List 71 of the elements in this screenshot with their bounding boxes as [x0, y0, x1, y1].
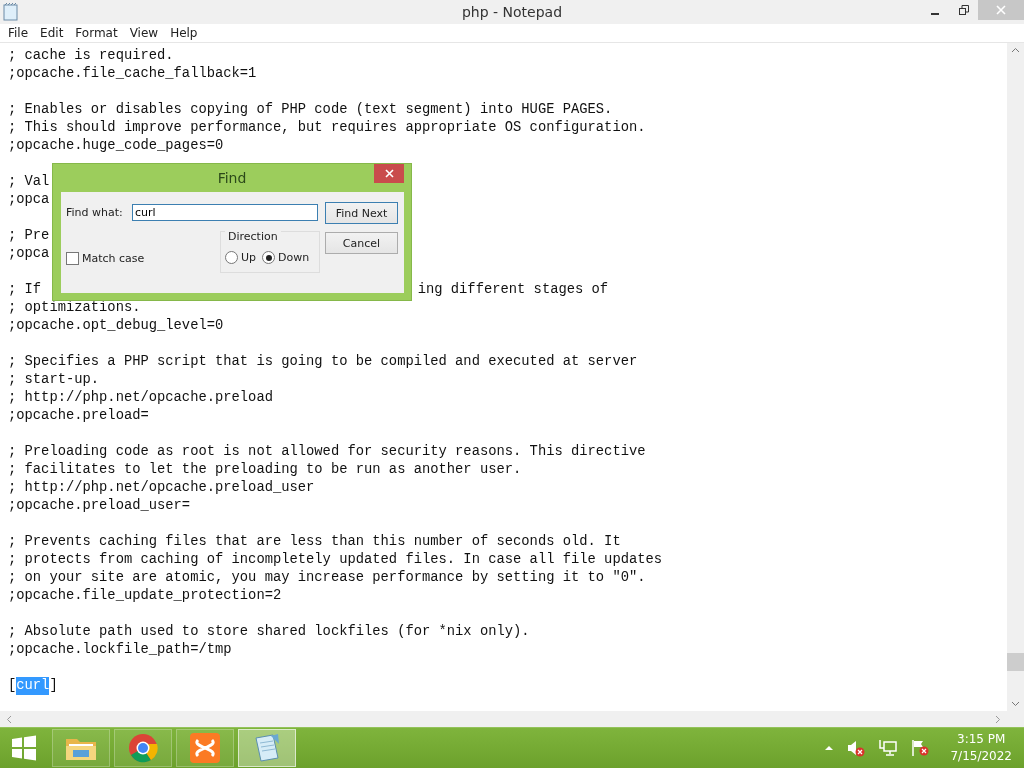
- selected-text: curl: [16, 677, 50, 695]
- network-icon[interactable]: [878, 739, 899, 757]
- close-button[interactable]: [374, 164, 404, 183]
- match-case-label: Match case: [82, 252, 145, 265]
- code-line: ; If: [8, 281, 42, 299]
- code-line: ; Pre: [8, 227, 50, 245]
- find-next-button[interactable]: Find Next: [325, 202, 398, 224]
- code-text: [: [8, 677, 17, 695]
- browser-icon: [127, 732, 159, 764]
- close-icon: [384, 169, 394, 178]
- code-line: ;opcache.file_update_protection=2: [8, 587, 282, 605]
- menu-item[interactable]: File: [2, 26, 35, 40]
- code-line: ing different stages of: [417, 281, 609, 299]
- code-line: ; This should improve performance, but requires appropriate OS configuration.: [8, 119, 646, 137]
- code-line: ;opca: [8, 245, 50, 263]
- code-line: ;opca: [8, 191, 50, 209]
- code-line: ; http://php.net/opcache.preload_user: [8, 479, 315, 497]
- code-line: ; optimizations.: [8, 299, 141, 317]
- find-what-label: Find what:: [66, 206, 124, 219]
- match-case-checkbox[interactable]: [66, 252, 79, 265]
- radio-label: Down: [278, 251, 310, 264]
- code-line: ; Preloading code as root is not allowed for security reasons. This directive: [8, 443, 646, 461]
- code-line: ; start-up.: [8, 371, 100, 389]
- browser-taskbar-button[interactable]: [114, 729, 172, 767]
- muted-speaker-icon[interactable]: [846, 739, 867, 757]
- xampp-taskbar-button[interactable]: [176, 729, 234, 767]
- code-line: ;opcache.huge_code_pages=0: [8, 137, 224, 155]
- menu-item[interactable]: Help: [164, 26, 204, 40]
- code-line: ;opcache.file_cache_fallback=1: [8, 65, 257, 83]
- menu-item[interactable]: Format: [69, 26, 124, 40]
- scroll-right-icon[interactable]: [995, 714, 1001, 724]
- code-line: ; Specifies a PHP script that is going to be compiled and executed at server: [8, 353, 638, 371]
- scroll-up-icon[interactable]: [1011, 47, 1020, 53]
- code-line: ;opcache.lockfile_path=/tmp: [8, 641, 232, 659]
- code-line: ;opcache.opt_debug_level=0: [8, 317, 224, 335]
- code-line: ; Val: [8, 173, 50, 191]
- show-hidden-icons-icon[interactable]: [824, 745, 835, 751]
- scroll-thumb[interactable]: [1007, 653, 1024, 671]
- code-line: ; facilitates to let the preloading to be run as another user.: [8, 461, 522, 479]
- notepad-taskbar-button[interactable]: [238, 729, 296, 767]
- code-line: ; Prevents caching files that are less than this number of seconds old. It: [8, 533, 621, 551]
- radio-button[interactable]: [262, 251, 276, 264]
- scroll-down-icon[interactable]: [1011, 701, 1020, 707]
- code-line: ;opcache.preload=: [8, 407, 149, 425]
- windows-logo-icon: [10, 734, 38, 762]
- flag-icon[interactable]: [910, 739, 931, 757]
- folder-taskbar-button[interactable]: [52, 729, 110, 767]
- code-line: ; protects from caching of incompletely updated files. In case all file updates: [8, 551, 663, 569]
- minimize-icon: [930, 12, 939, 15]
- radio-button[interactable]: [225, 251, 238, 264]
- scroll-left-icon[interactable]: [6, 714, 12, 724]
- close-icon: [996, 5, 1006, 15]
- code-line: ; cache is required.: [8, 47, 174, 65]
- code-line: ; http://php.net/opcache.preload: [8, 389, 273, 407]
- notepad-icon: [3, 3, 19, 21]
- direction-label: Direction: [225, 230, 281, 243]
- code-line: ; Absolute path used to store shared lockfiles (for *nix only).: [8, 623, 530, 641]
- restore-icon: [958, 5, 969, 15]
- app-logo-icon: [189, 732, 221, 764]
- menu-item[interactable]: View: [123, 26, 165, 40]
- vertical-scrollbar[interactable]: [1007, 43, 1024, 711]
- find-what-field[interactable]: curl: [132, 204, 318, 221]
- dialog-title: Find: [217, 170, 247, 186]
- menu-item[interactable]: Edit: [34, 26, 70, 40]
- code-line: ;opcache.preload_user=: [8, 497, 191, 515]
- code-line: ; Enables or disables copying of PHP code (text segment) into HUGE PAGES.: [8, 101, 613, 119]
- cancel-button[interactable]: Cancel: [325, 232, 398, 254]
- radio-label: Up: [241, 251, 257, 264]
- window-title: php - Notepad: [460, 4, 564, 20]
- code-text: ]: [49, 677, 58, 695]
- code-line: ; on your site are atomic, you may increase performance by setting it to "0".: [8, 569, 646, 587]
